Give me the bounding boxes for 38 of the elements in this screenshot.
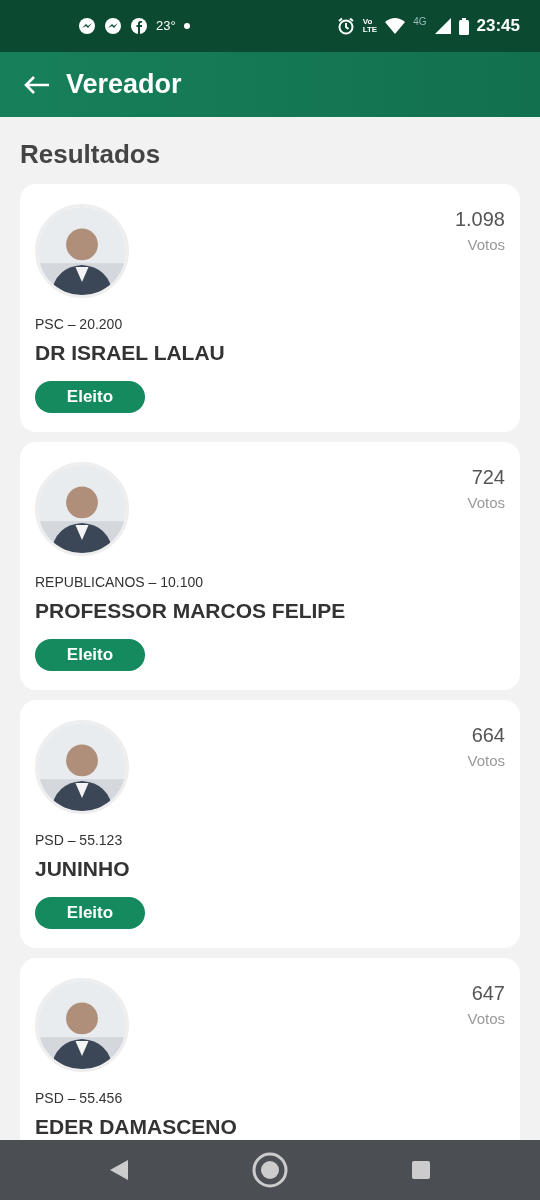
messenger-icon	[78, 17, 96, 35]
votes-label: Votos	[467, 493, 505, 513]
party-number: PSC – 20.200	[35, 315, 124, 334]
wifi-icon	[385, 18, 406, 34]
party-number: PSD – 55.123	[35, 831, 124, 850]
vote-count: 664	[470, 723, 505, 748]
volte-label: Vo	[362, 18, 374, 26]
back-arrow-icon[interactable]	[24, 74, 50, 95]
party-number: PSD – 55.456	[35, 1089, 124, 1108]
facebook-icon	[130, 17, 148, 35]
status-badge: Eleito	[35, 380, 145, 413]
vote-count: 1.098	[454, 207, 505, 232]
candidate-name: EDER DAMASCENO	[35, 1114, 238, 1140]
votes-label: Votos	[467, 1009, 505, 1029]
clock-text: 23:45	[476, 15, 520, 38]
battery-icon	[458, 17, 469, 35]
vote-count: 724	[470, 465, 505, 490]
volte-label: LTE	[362, 26, 378, 34]
section-title: Resultados	[20, 138, 162, 171]
screen-title: Vereador	[66, 68, 182, 102]
party-number: REPUBLICANOS – 10.100	[35, 573, 205, 592]
network-text: 4G	[413, 15, 427, 29]
votes-label: Votos	[466, 235, 505, 255]
recents-icon[interactable]	[410, 1160, 431, 1180]
back-icon[interactable]	[109, 1159, 130, 1181]
candidate-name: JUNINHO	[35, 856, 131, 882]
candidate-name: PROFESSOR MARCOS FELIPE	[35, 598, 347, 624]
status-badge: Eleito	[35, 638, 145, 671]
temperature-text: 23°	[156, 17, 176, 36]
dot-icon	[183, 23, 190, 29]
status-badge: Eleito	[35, 896, 145, 929]
messenger-icon	[104, 17, 122, 35]
votes-label: Votos	[467, 751, 505, 771]
alarm-icon	[336, 17, 355, 35]
home-icon[interactable]	[252, 1152, 288, 1188]
candidate-name: DR ISRAEL LALAU	[35, 340, 226, 366]
signal-icon	[434, 18, 451, 34]
vote-count: 647	[470, 981, 505, 1006]
